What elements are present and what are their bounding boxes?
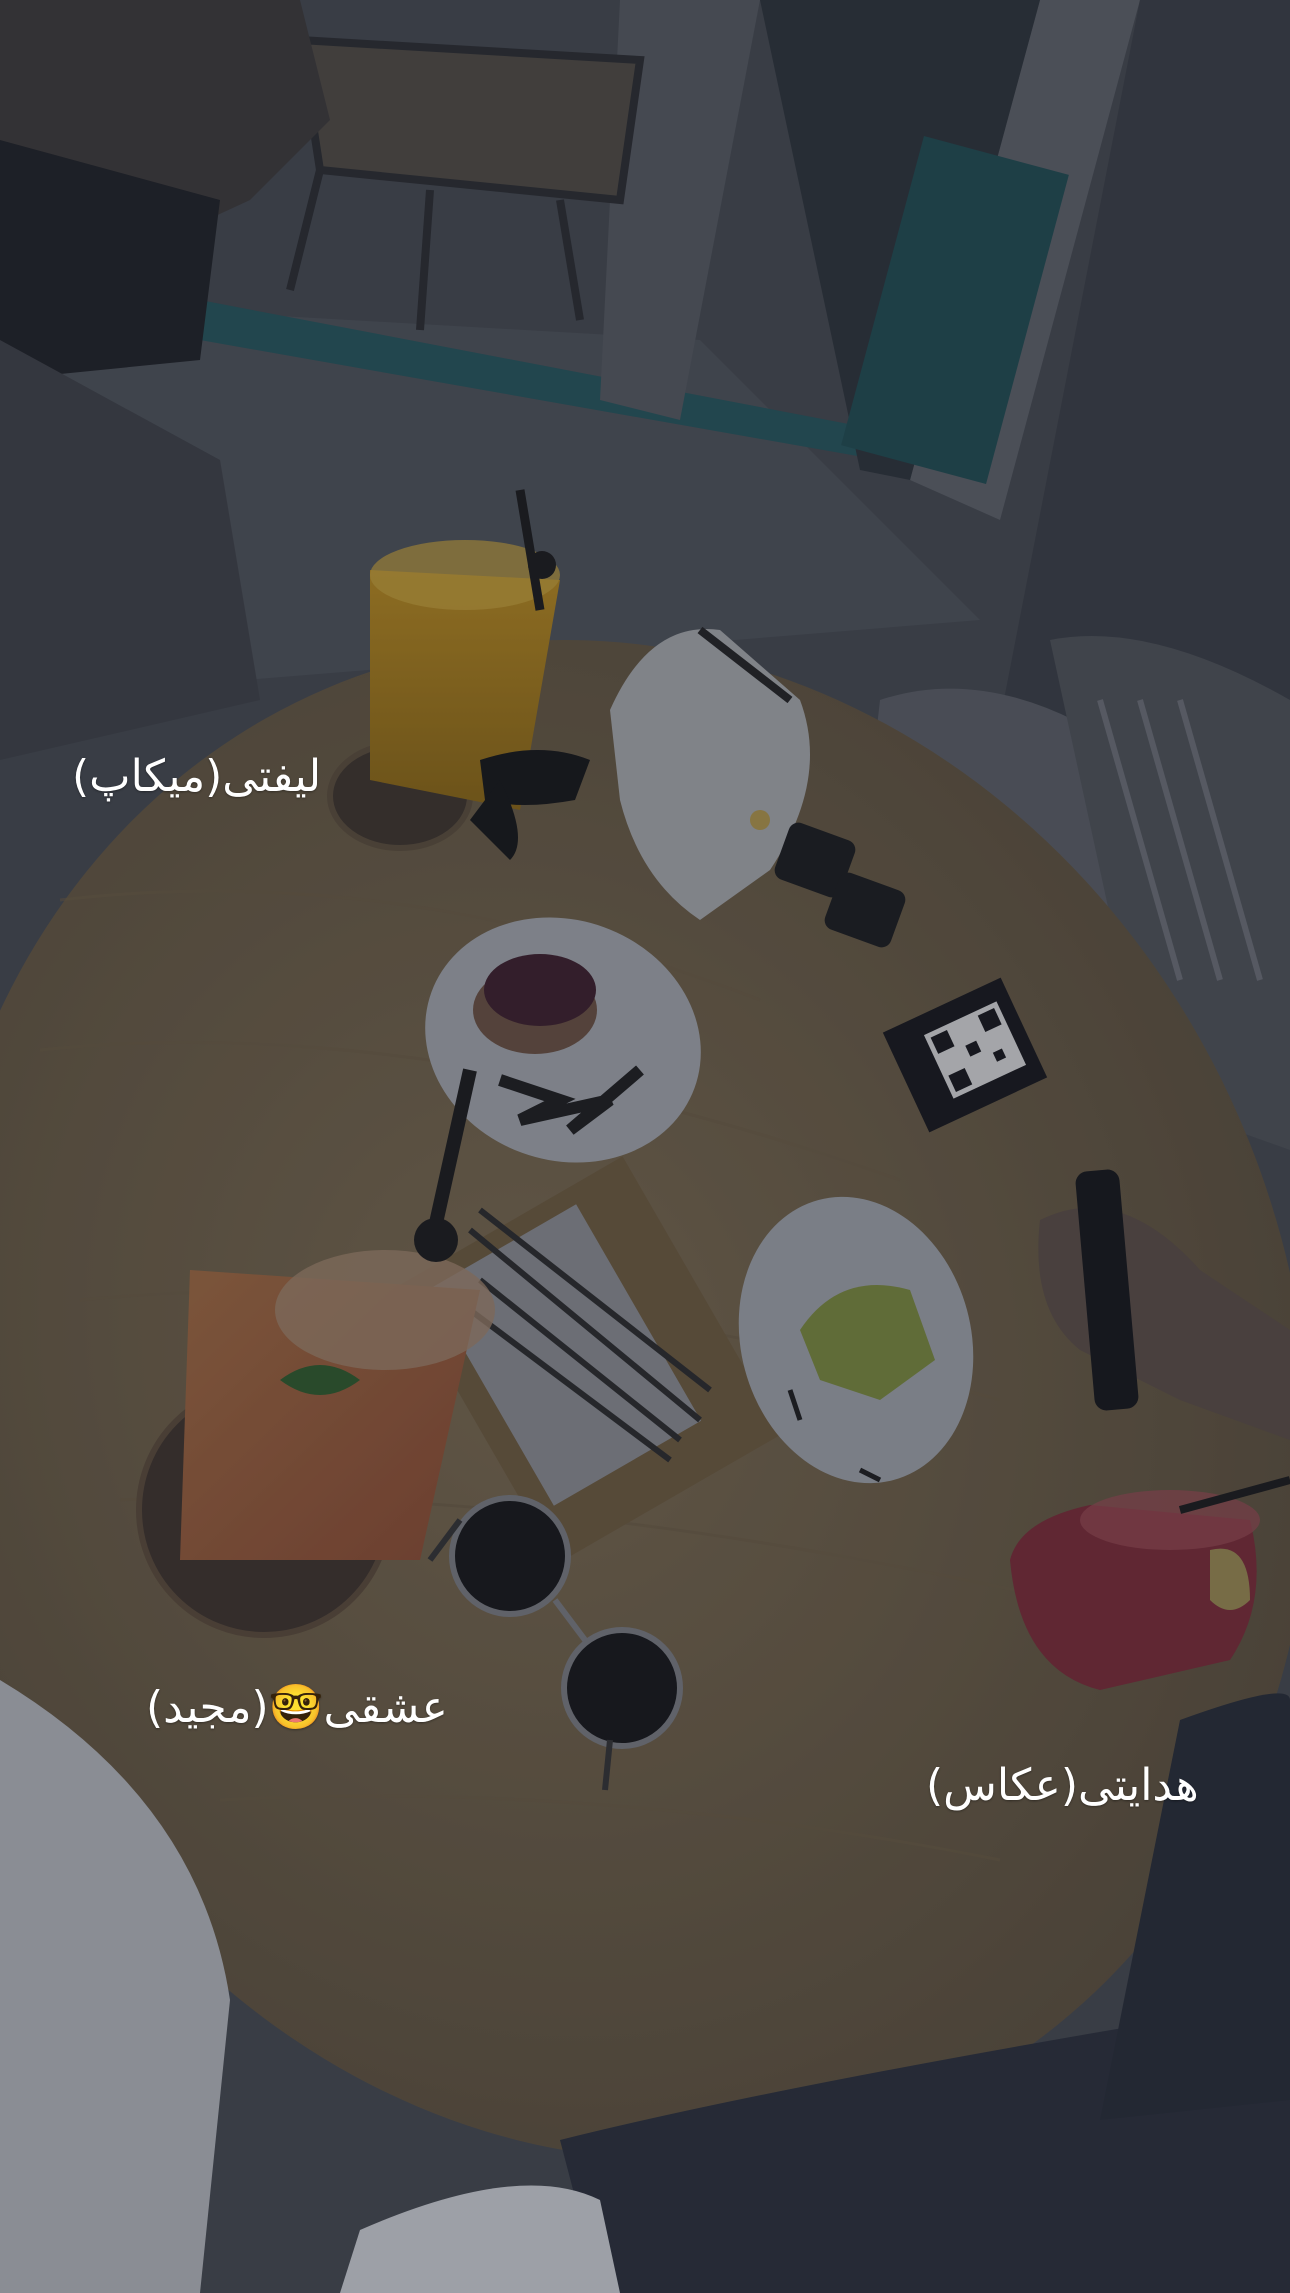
caption-eshghi-majid: عشقی🤓(مجید)	[146, 1682, 448, 1733]
caption-liftie-makeup: لیفتی(میکاپ)	[72, 751, 322, 802]
cafe-table-scene	[0, 0, 1290, 2293]
dim-overlay	[0, 0, 1290, 2293]
story-photo: لیفتی(میکاپ) عشقی🤓(مجید) هدایتی(عکاس)	[0, 0, 1290, 2293]
caption-hedayati-photographer: هدایتی(عکاس)	[926, 1760, 1199, 1811]
